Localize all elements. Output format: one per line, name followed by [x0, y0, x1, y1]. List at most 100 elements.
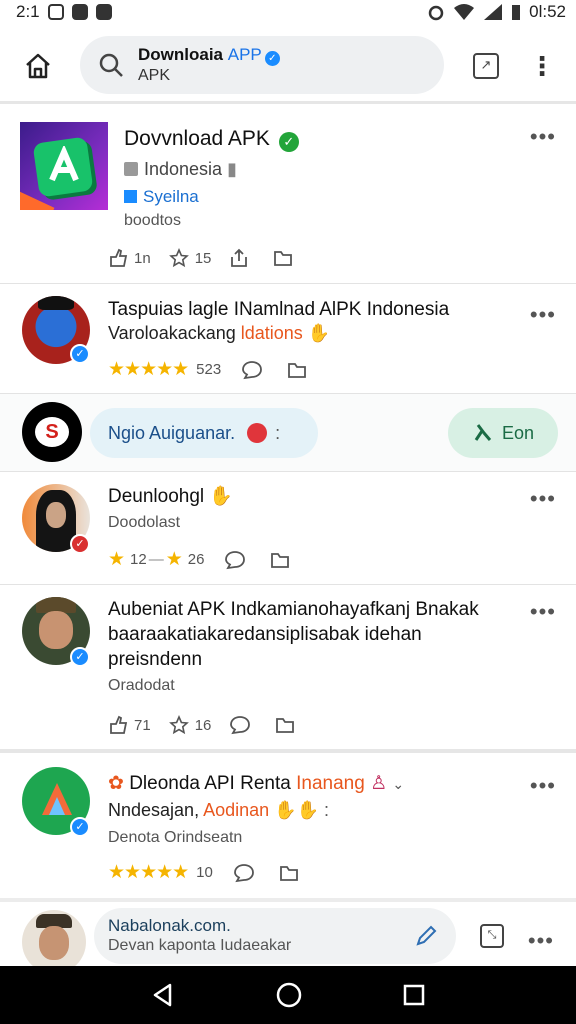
post-title: Dovvnload APK ✓ [124, 126, 299, 152]
search-title: Downloaia APP ✓ [138, 45, 280, 66]
recents-button[interactable] [402, 983, 426, 1007]
verified-icon: ✓ [278, 132, 299, 152]
verified-icon: ✓ [264, 50, 280, 66]
save-button[interactable] [287, 360, 313, 380]
rating-count: 10 [196, 864, 213, 881]
comment-input[interactable]: Nabalonak.com. Devan kaponta Iudaeakar [94, 908, 456, 964]
save-button[interactable] [273, 248, 299, 268]
post-title: Taspuias lagle INamlnad AlPK Indonesia [108, 299, 450, 320]
post-actions: 1n 15 [108, 248, 317, 268]
search-icon [99, 53, 123, 77]
feed-post[interactable]: ✓ Taspuias lagle INamlnad AlPK Indonesia… [0, 284, 576, 394]
signal-icon [484, 4, 503, 20]
verified-icon: ✓ [70, 647, 90, 667]
like-button[interactable]: 1n [108, 248, 151, 268]
favorite-button[interactable]: 15 [168, 248, 211, 268]
follow-button[interactable]: Eon [448, 408, 558, 458]
open-in-app-button[interactable]: ↗ [470, 50, 502, 82]
home-icon [26, 53, 50, 79]
save-button[interactable] [270, 550, 296, 570]
notification-icon [71, 4, 88, 20]
expand-button[interactable]: ⤡ [480, 924, 504, 948]
comment-composer: Nabalonak.com. Devan kaponta Iudaeakar ⤡… [0, 898, 576, 974]
post-more-button[interactable]: ••• [530, 488, 556, 510]
follow-label: Eon [501, 422, 535, 443]
alarm-icon [428, 5, 444, 21]
range-dash: — [148, 551, 164, 568]
thumbs-up-icon [110, 248, 128, 267]
tag-icon [124, 190, 137, 203]
chevron-down-icon[interactable]: ⌄ [392, 776, 404, 792]
save-button[interactable] [279, 863, 305, 883]
rating-count: 26 [187, 551, 205, 568]
post-more-button[interactable]: ••• [530, 304, 556, 326]
like-button[interactable]: 71 [108, 715, 151, 735]
colon-separator: : [275, 422, 281, 443]
feed-post[interactable]: ✓ Aubeniat APK Indkamianohayafkanj Bnaka… [0, 585, 576, 753]
back-button[interactable] [150, 982, 176, 1008]
notification-icon [95, 4, 112, 20]
star-icon: ★ [108, 549, 125, 570]
post-title-line: Aubeniat APK Indkamianohayafkanj Bnakak [108, 599, 479, 620]
composer-more-button[interactable]: ••• [528, 930, 554, 952]
folder-icon [279, 865, 298, 881]
post-more-button[interactable]: ••• [530, 775, 556, 797]
home-nav-button[interactable] [275, 981, 303, 1009]
channel-avatar[interactable]: S [22, 402, 82, 462]
emoji-icon [247, 423, 268, 443]
search-subtitle: APK [138, 66, 171, 84]
flag-icon [124, 162, 138, 176]
comment-icon [230, 716, 251, 735]
battery-level: 0l:52 [529, 2, 566, 21]
story-bar: S Ngio Auiguanar. : Eon [0, 394, 576, 472]
story-input[interactable]: Ngio Auiguanar. : [90, 408, 318, 458]
share-button[interactable] [229, 248, 255, 268]
comment-button[interactable] [241, 360, 269, 380]
user-avatar[interactable] [22, 910, 86, 974]
folder-icon [271, 552, 290, 568]
feed-post[interactable]: ✓ Deunloohgl ✋ Doodolast ••• ★ 12 — ★ 26 [0, 472, 576, 585]
post-actions: ★★★★★ 10 [108, 861, 323, 884]
wifi-icon [454, 4, 475, 20]
post-title-line: preisndenn [108, 649, 203, 670]
emoji-icon: ✿ [108, 773, 124, 794]
status-bar: 2:1 0l:52 [0, 0, 576, 24]
save-button[interactable] [275, 715, 301, 735]
favorite-button[interactable]: 16 [168, 715, 211, 735]
verified-icon: ✓ [70, 344, 90, 364]
feed-post[interactable]: ✓ ✿ Dleonda API Renta Inanang ♙ ⌄ Nndesa… [0, 757, 576, 898]
feed-post[interactable]: Dovvnload APK ✓ Indonesia ▮ Syeilna bood… [0, 106, 576, 284]
rating-stars: ★★★★★ [108, 862, 189, 883]
comment-button[interactable] [229, 715, 257, 735]
emoji-icon: ✋✋ [274, 800, 319, 820]
thumbs-up-icon [110, 715, 128, 734]
post-meta: Oradodat [108, 677, 175, 694]
kebab-icon: ⋮ [529, 51, 555, 81]
post-meta: Denota Orindseatn [108, 829, 243, 846]
comment-button[interactable] [233, 863, 261, 883]
star-icon [168, 248, 189, 268]
composer-line: Nabalonak.com. [108, 916, 231, 935]
expand-icon: ⤡ [480, 924, 504, 948]
emoji-icon: ✋ [209, 486, 234, 507]
notification-icon [47, 4, 64, 20]
comment-icon [242, 360, 263, 379]
home-button[interactable] [18, 46, 58, 86]
battery-icon [512, 5, 521, 20]
verified-icon: ✓ [70, 817, 90, 837]
post-actions: 71 16 [108, 715, 319, 735]
pencil-icon[interactable] [414, 924, 438, 948]
search-bar[interactable]: Downloaia APP ✓ APK [80, 36, 444, 94]
overflow-menu-button[interactable]: ⋮ [526, 50, 558, 82]
post-subtitle: Varoloakackang ldations ✋ [108, 323, 331, 343]
comment-button[interactable] [224, 550, 252, 570]
search-title-accent: APP [227, 44, 262, 64]
post-actions: ★ 12 — ★ 26 [108, 548, 314, 571]
post-actions: ★★★★★ 523 [108, 358, 331, 381]
system-nav-bar [0, 966, 576, 1024]
comment-icon [233, 863, 254, 882]
comment-icon [225, 550, 246, 569]
star-icon [168, 715, 189, 735]
post-more-button[interactable]: ••• [530, 601, 556, 623]
post-more-button[interactable]: ••• [530, 126, 556, 148]
